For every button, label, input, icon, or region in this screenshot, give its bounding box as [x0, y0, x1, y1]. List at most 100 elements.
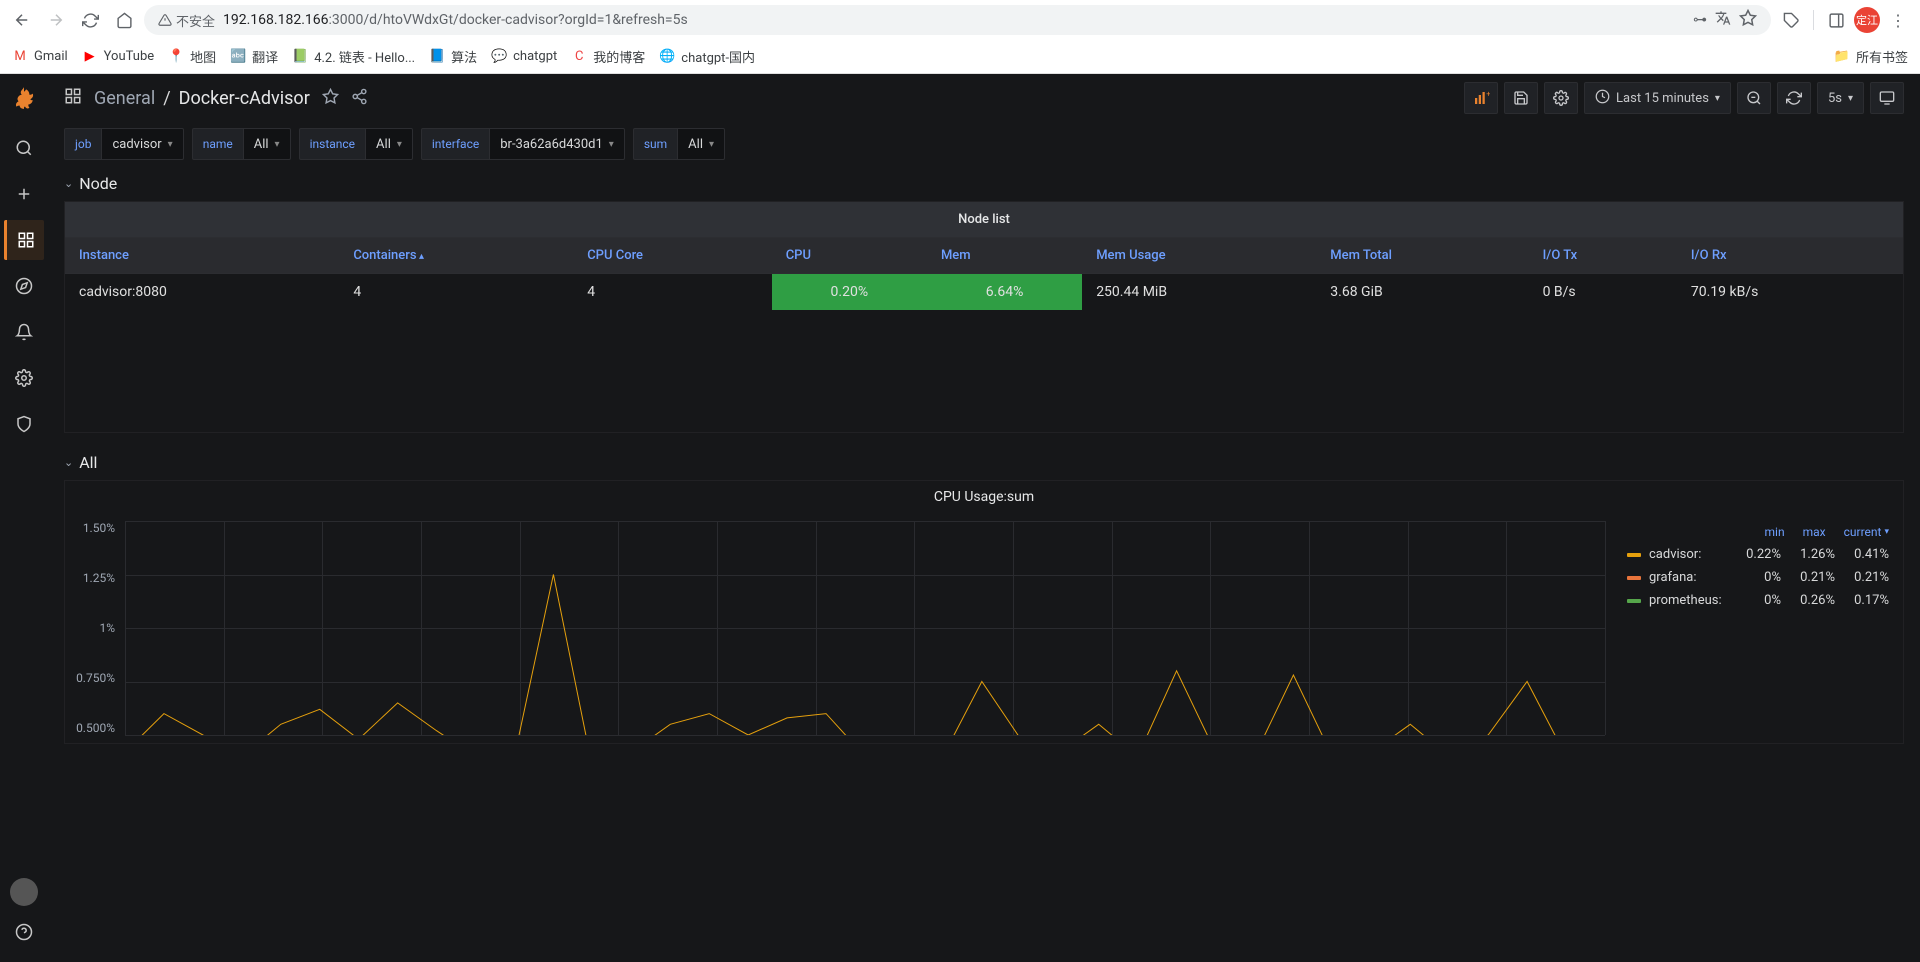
panel-cpu-usage: CPU Usage:sum 1.50%1.25%1%0.750%0.500% m…	[64, 480, 1904, 744]
row-header-all[interactable]: ⌄ All	[48, 445, 1920, 480]
var-label: instance	[299, 128, 365, 160]
legend-row[interactable]: cadvisor:0.22%1.26%0.41%	[1627, 543, 1889, 566]
breadcrumb-dash[interactable]: Docker-cAdvisor	[179, 88, 310, 109]
table-header[interactable]: Mem Total	[1316, 238, 1528, 274]
chart-legend: min max current ▾ cadvisor:0.22%1.26%0.4…	[1613, 513, 1903, 743]
legend-row[interactable]: grafana:0%0.21%0.21%	[1627, 566, 1889, 589]
var-job: jobcadvisor ▾	[64, 128, 184, 160]
bookmark-item[interactable]: 📘算法	[429, 47, 477, 66]
breadcrumb: General / Docker-cAdvisor	[94, 88, 310, 109]
insecure-badge: 不安全	[158, 11, 215, 30]
share-dashboard-icon[interactable]	[351, 88, 368, 109]
y-tick-label: 0.750%	[65, 671, 115, 685]
browser-toolbar: 不安全 192.168.182.166:3000/d/htoVWdxGt/doc…	[0, 0, 1920, 40]
sidebar-dashboards[interactable]	[4, 220, 44, 260]
sidebar-config[interactable]	[4, 358, 44, 398]
var-value-dropdown[interactable]: br-3a62a6d430d1 ▾	[489, 128, 625, 160]
refresh-button[interactable]	[1777, 82, 1811, 114]
zoom-out-button[interactable]	[1737, 82, 1771, 114]
sidebar-create[interactable]	[4, 174, 44, 214]
divider	[1813, 10, 1814, 30]
bookmark-item[interactable]: 🌐chatgpt-国内	[659, 47, 755, 66]
sidebar-admin[interactable]	[4, 404, 44, 444]
var-value-dropdown[interactable]: All ▾	[677, 128, 725, 160]
bookmark-item[interactable]: 📍地图	[168, 47, 216, 66]
table-header[interactable]: Instance	[65, 238, 339, 274]
table-row[interactable]: cadvisor:8080 4 4 0.20% 6.64% 250.44 MiB…	[65, 274, 1903, 311]
y-tick-label: 1%	[65, 621, 115, 635]
var-interface: interfacebr-3a62a6d430d1 ▾	[421, 128, 625, 160]
translate-icon[interactable]	[1715, 10, 1731, 30]
key-icon[interactable]: ⊶	[1693, 12, 1707, 28]
bookmark-item[interactable]: 📗4.2. 链表 - Hello...	[292, 47, 415, 66]
dashboard-toolbar: General / Docker-cAdvisor + Last 15 minu…	[48, 74, 1920, 122]
chevron-down-icon: ⌄	[64, 177, 73, 190]
tv-mode-button[interactable]	[1870, 82, 1904, 114]
legend-swatch	[1627, 576, 1641, 580]
star-dashboard-icon[interactable]	[322, 88, 339, 109]
refresh-interval-picker[interactable]: 5s▾	[1817, 82, 1864, 114]
settings-button[interactable]	[1544, 82, 1578, 114]
var-value-dropdown[interactable]: All ▾	[365, 128, 413, 160]
legend-swatch	[1627, 553, 1641, 557]
user-avatar[interactable]	[10, 878, 38, 906]
var-label: interface	[421, 128, 489, 160]
row-header-node[interactable]: ⌄ Node	[48, 166, 1920, 201]
table-header[interactable]: CPU Core	[573, 238, 772, 274]
bookmark-item[interactable]: MGmail	[12, 47, 68, 66]
var-label: name	[192, 128, 243, 160]
bookmark-icon: 🌐	[659, 49, 675, 65]
time-range-picker[interactable]: Last 15 minutes ▾	[1584, 82, 1731, 114]
table-header[interactable]: Mem	[927, 238, 1082, 274]
bookmark-item[interactable]: 💬chatgpt	[491, 47, 557, 66]
bookmark-icon: 💬	[491, 49, 507, 65]
add-panel-button[interactable]: +	[1464, 82, 1498, 114]
table-header[interactable]: CPU	[772, 238, 927, 274]
grafana-logo-icon[interactable]	[8, 82, 40, 114]
all-bookmarks-button[interactable]: 📁 所有书签	[1834, 47, 1908, 66]
panel-node-list: Node list InstanceContainersCPU CoreCPUM…	[64, 201, 1904, 433]
breadcrumb-folder[interactable]: General	[94, 88, 155, 109]
back-button[interactable]	[8, 6, 36, 34]
legend-col-max[interactable]: max	[1803, 525, 1826, 539]
table-header[interactable]: I/O Tx	[1529, 238, 1677, 274]
chart-plot-area[interactable]: 1.50%1.25%1%0.750%0.500%	[65, 513, 1613, 743]
var-name: nameAll ▾	[192, 128, 291, 160]
address-bar[interactable]: 不安全 192.168.182.166:3000/d/htoVWdxGt/doc…	[144, 5, 1771, 35]
bookmark-item[interactable]: ▶YouTube	[82, 47, 155, 66]
save-button[interactable]	[1504, 82, 1538, 114]
home-button[interactable]	[110, 6, 138, 34]
y-tick-label: 1.25%	[65, 571, 115, 585]
panel-title: Node list	[65, 202, 1903, 238]
extensions-button[interactable]	[1777, 6, 1805, 34]
legend-col-min[interactable]: min	[1765, 525, 1785, 539]
dashboard-icon	[64, 87, 82, 109]
sidebar-search[interactable]	[4, 128, 44, 168]
bookmark-icon: C	[571, 49, 587, 65]
sidebar-help[interactable]	[4, 912, 44, 952]
template-variables: jobcadvisor ▾nameAll ▾instanceAll ▾inter…	[48, 122, 1920, 166]
var-label: sum	[633, 128, 677, 160]
var-label: job	[64, 128, 101, 160]
menu-button[interactable]: ⋮	[1884, 6, 1912, 34]
sidebar-alerting[interactable]	[4, 312, 44, 352]
table-header[interactable]: Mem Usage	[1082, 238, 1316, 274]
table-header[interactable]: I/O Rx	[1677, 238, 1903, 274]
bookmark-item[interactable]: C我的博客	[571, 47, 645, 66]
forward-button[interactable]	[42, 6, 70, 34]
bookmark-icon: 📘	[429, 49, 445, 65]
var-value-dropdown[interactable]: cadvisor ▾	[101, 128, 183, 160]
star-icon[interactable]	[1739, 9, 1757, 31]
bookmark-icon: M	[12, 49, 28, 65]
legend-col-current[interactable]: current ▾	[1844, 525, 1889, 539]
side-panel-button[interactable]	[1822, 6, 1850, 34]
folder-icon: 📁	[1834, 49, 1850, 64]
clock-icon	[1595, 89, 1610, 108]
reload-button[interactable]	[76, 6, 104, 34]
legend-row[interactable]: prometheus:0%0.26%0.17%	[1627, 589, 1889, 612]
profile-avatar[interactable]: 定江	[1854, 7, 1880, 33]
var-value-dropdown[interactable]: All ▾	[243, 128, 291, 160]
bookmark-item[interactable]: 🔤翻译	[230, 47, 278, 66]
table-header[interactable]: Containers	[339, 238, 573, 274]
sidebar-explore[interactable]	[4, 266, 44, 306]
